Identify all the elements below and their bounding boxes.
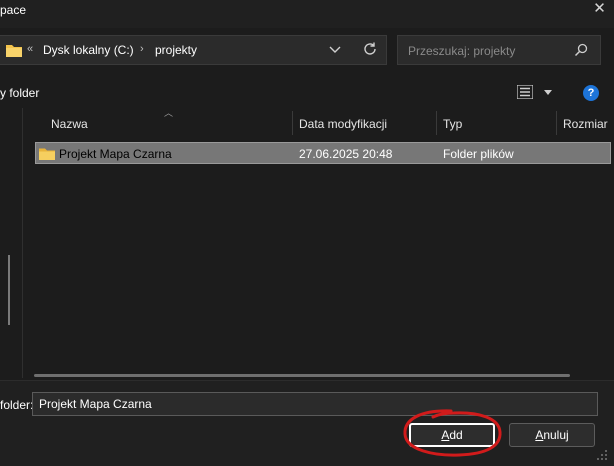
horizontal-scrollbar[interactable] xyxy=(34,374,570,377)
column-divider[interactable] xyxy=(436,111,437,135)
folder-icon xyxy=(39,148,55,160)
column-header-modified[interactable]: Data modyfikacji xyxy=(299,117,387,131)
folder-name-input[interactable] xyxy=(32,392,598,416)
column-divider[interactable] xyxy=(556,111,557,135)
new-folder-button[interactable]: y folder xyxy=(0,86,39,100)
column-divider[interactable] xyxy=(292,111,293,135)
chevron-down-icon[interactable] xyxy=(327,41,343,57)
breadcrumb-drive[interactable]: Dysk lokalny (C:) xyxy=(43,43,134,57)
view-options-chevron-icon[interactable] xyxy=(544,90,552,95)
navigation-scrollbar[interactable] xyxy=(8,255,10,325)
folder-icon xyxy=(6,45,22,57)
close-icon[interactable]: ✕ xyxy=(585,0,614,22)
refresh-icon[interactable] xyxy=(361,40,379,58)
row-type: Folder plików xyxy=(443,147,514,161)
overflow-chevron[interactable]: « xyxy=(27,43,33,55)
cancel-button[interactable]: Anuluj xyxy=(509,423,595,447)
folder-field-label: folder: xyxy=(0,398,34,412)
row-modified: 27.06.2025 20:48 xyxy=(299,147,393,161)
title-bar xyxy=(0,0,614,28)
add-button[interactable]: Add xyxy=(409,423,495,447)
help-icon[interactable]: ? xyxy=(583,85,599,101)
breadcrumb-separator: › xyxy=(140,43,144,55)
breadcrumb-projekty[interactable]: projekty xyxy=(155,43,197,57)
resize-grip-icon[interactable] xyxy=(595,448,609,462)
row-name[interactable]: Projekt Mapa Czarna xyxy=(59,147,172,161)
column-header-type[interactable]: Typ xyxy=(443,117,462,131)
search-icon[interactable] xyxy=(574,43,588,57)
column-header-size[interactable]: Rozmiar xyxy=(563,117,608,131)
column-header-name[interactable]: Nazwa xyxy=(51,117,88,131)
window-title: pace xyxy=(0,3,27,17)
view-details-icon[interactable] xyxy=(517,85,533,99)
search-placeholder[interactable]: Przeszukaj: projekty xyxy=(408,44,515,58)
navigation-pane[interactable] xyxy=(0,108,23,378)
sort-ascending-icon: ︿ xyxy=(164,108,174,118)
search-box[interactable]: Przeszukaj: projekty xyxy=(397,35,601,65)
